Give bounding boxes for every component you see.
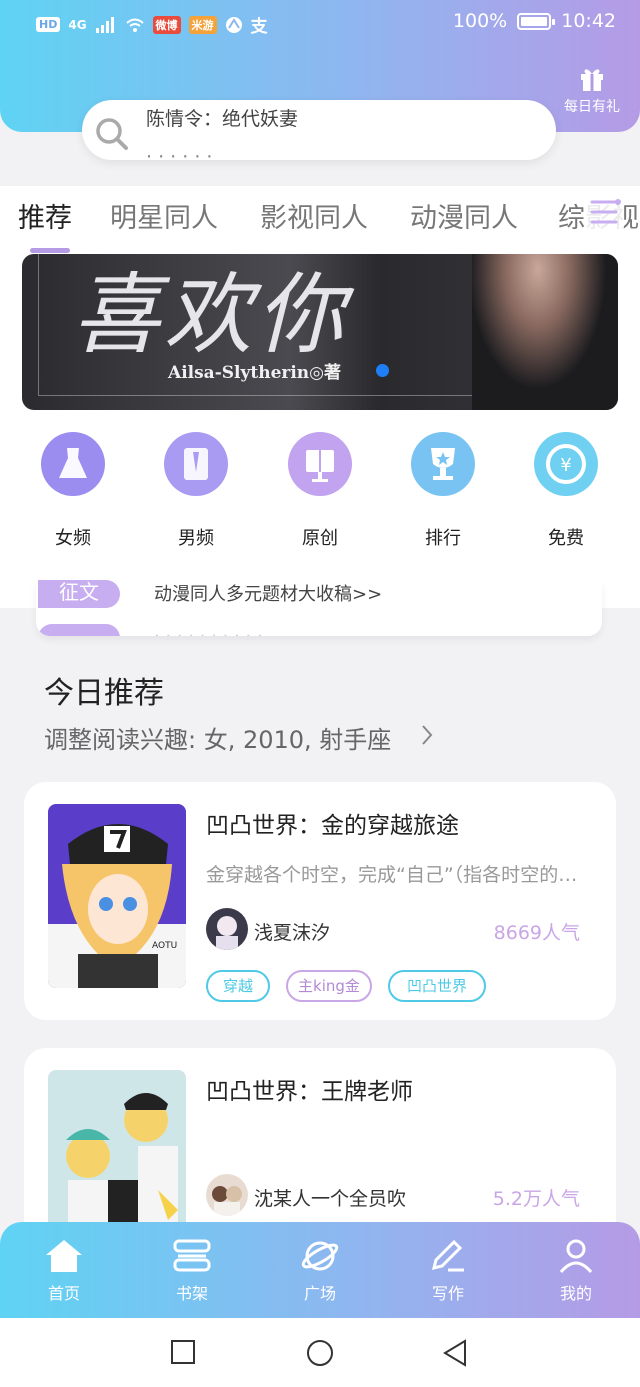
book-description: 金穿越各个时空，完成“自己”（指各时空的金）的心愿 [206, 864, 586, 886]
tab-celebrity[interactable]: 明星同人 [110, 196, 218, 235]
recent-apps-icon[interactable] [170, 1338, 196, 1366]
trophy-icon [411, 432, 475, 496]
author-avatar [206, 1174, 248, 1216]
nav-write[interactable]: 写作 [408, 1238, 488, 1304]
weibo-notification-icon: 微博 [152, 15, 181, 34]
nav-mine[interactable]: 我的 [536, 1238, 616, 1304]
banner-character-image [472, 254, 618, 410]
tab-menu-button[interactable] [584, 192, 624, 232]
nav-bookshelf[interactable]: 书架 [152, 1238, 232, 1304]
category-male[interactable]: 男频 [151, 432, 241, 550]
nav-label: 我的 [559, 1284, 592, 1303]
pen-icon [431, 1239, 464, 1272]
author-name: 沈某人一个全员吹 [254, 1188, 407, 1210]
category-ranking[interactable]: 排行 [398, 432, 488, 550]
category-label: 排行 [425, 528, 461, 549]
nav-home[interactable]: 首页 [24, 1238, 104, 1304]
gift-label: 每日有礼 [564, 99, 620, 115]
banner-carousel[interactable]: 喜欢你 Ailsa-Slytherin◎著 [22, 254, 618, 410]
popularity: 8669人气 [493, 922, 580, 944]
book-card[interactable]: 凹凸世界：王牌老师 沈某人一个全员吹 5.2万人气 [24, 1048, 616, 1254]
battery-percent: 100% [452, 10, 508, 32]
dress-icon [41, 432, 105, 496]
nav-label: 首页 [47, 1284, 80, 1303]
nav-label: 写作 [431, 1284, 464, 1303]
carousel-indicator-dot[interactable] [376, 364, 389, 377]
search-icon [96, 118, 128, 150]
notice-text: 动漫同人多元题材大收稿>> [154, 584, 383, 605]
category-label: 女频 [55, 528, 91, 549]
banner-author: Ailsa-Slytherin◎著 [168, 363, 341, 383]
coin-icon: ¥ [534, 432, 598, 496]
tab-film-tv[interactable]: 影视同人 [260, 196, 368, 235]
category-label: 免费 [548, 528, 584, 549]
tag-chip[interactable]: 穿越 [206, 970, 270, 1002]
user-icon [559, 1239, 593, 1273]
miyou-notification-icon: 米游 [188, 15, 217, 34]
book-title: 凹凸世界：金的穿越旅途 [206, 813, 459, 839]
svg-text:¥: ¥ [560, 455, 571, 476]
nav-square[interactable]: 广场 [280, 1238, 360, 1304]
category-free[interactable]: ¥ 免费 [521, 432, 611, 550]
wifi-icon [125, 18, 144, 32]
section-title: 今日推荐 [44, 676, 164, 711]
author-avatar [206, 908, 248, 950]
planet-icon [301, 1241, 339, 1271]
clock: 10:42 [561, 10, 616, 32]
signal-icon [95, 16, 114, 33]
author-name: 浅夏沫汐 [254, 922, 331, 944]
globe-icon [225, 16, 242, 33]
book-icon [288, 432, 352, 496]
bookshelf-icon [173, 1239, 211, 1272]
book-card[interactable]: AOTU 凹凸世界：金的穿越旅途 金穿越各个时空，完成“自己”（指各时空的金）的… [24, 782, 616, 1020]
battery-icon [517, 12, 556, 30]
hd-indicator: HD [36, 17, 61, 32]
bottom-navigation: 首页 书架 广场 写作 我的 [0, 1222, 640, 1318]
search-suggestion: 陈情令：绝代妖妻 [146, 108, 299, 130]
nav-label: 广场 [303, 1284, 336, 1303]
notice-badge-next [38, 624, 120, 636]
popularity: 5.2万人气 [492, 1188, 580, 1210]
notice-text-next: · · · · · · · · · · [154, 626, 263, 636]
tab-recommend[interactable]: 推荐 [18, 196, 72, 235]
home-icon [46, 1240, 82, 1272]
chevron-right-icon [422, 725, 433, 745]
gift-icon [581, 69, 603, 91]
network-4g: 4G [68, 17, 87, 32]
tag-chip[interactable]: 凹凸世界 [388, 970, 486, 1002]
search-suggestion-next: · · · · · · [146, 146, 213, 160]
shirt-icon [164, 432, 228, 496]
tab-anime[interactable]: 动漫同人 [410, 196, 518, 235]
tag-chip[interactable]: 主king金 [286, 970, 372, 1002]
book-cover: AOTU [48, 804, 186, 988]
category-tabs: 推荐 明星同人 影视同人 动漫同人 综影视 [0, 186, 640, 246]
system-navigation-bar [0, 1318, 640, 1387]
search-bar[interactable]: 陈情令：绝代妖妻 · · · · · · [82, 100, 556, 160]
back-triangle-icon[interactable] [441, 1338, 469, 1368]
banner-title: 喜欢你 [72, 263, 349, 366]
nav-label: 书架 [175, 1284, 208, 1303]
home-circle-icon[interactable] [305, 1338, 335, 1368]
alipay-icon: 支 [250, 17, 268, 37]
daily-gift-button[interactable]: 每日有礼 [560, 64, 624, 116]
active-tab-indicator [30, 248, 70, 253]
category-label: 男频 [178, 528, 214, 549]
category-label: 原创 [302, 528, 338, 549]
status-left: HD 4G 微博 米游 支 [36, 12, 268, 37]
status-bar: HD 4G 微博 米游 支 100% 10:42 [0, 0, 640, 48]
book-title: 凹凸世界：王牌老师 [206, 1079, 413, 1105]
menu-icon [590, 199, 621, 224]
category-female[interactable]: 女频 [28, 432, 118, 550]
status-right: 100% 10:42 [453, 10, 616, 32]
svg-text:AOTU: AOTU [152, 941, 177, 951]
category-original[interactable]: 原创 [275, 432, 365, 550]
reading-interest-link[interactable]: 调整阅读兴趣: 女, 2010, 射手座 [44, 720, 391, 755]
notice-badge: 征文 [38, 580, 120, 608]
notice-banner[interactable]: 征文 动漫同人多元题材大收稿>> · · · · · · · · · · [36, 580, 602, 636]
